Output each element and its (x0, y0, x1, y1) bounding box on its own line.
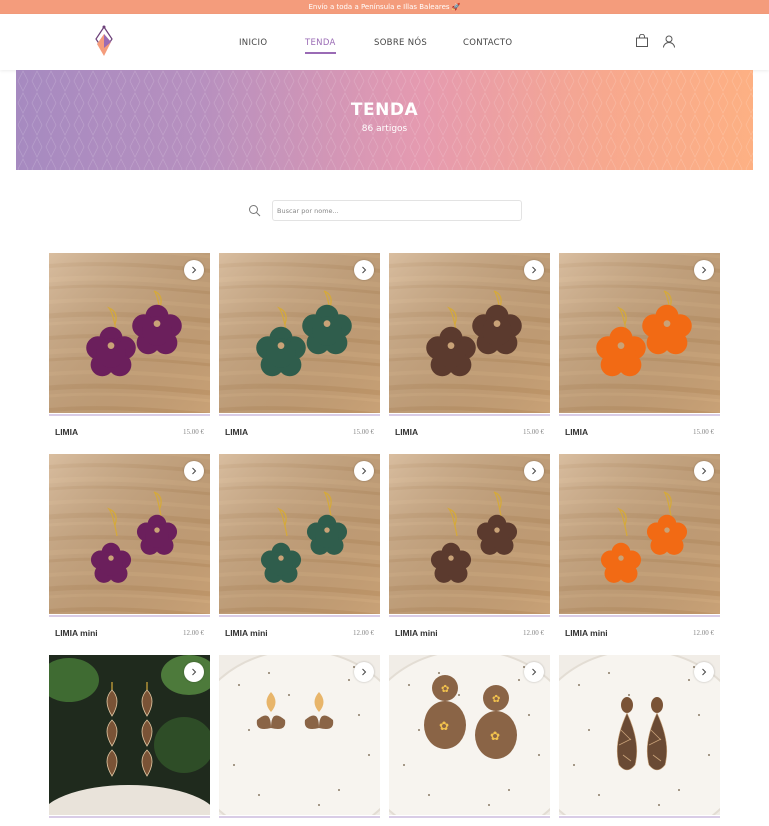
view-product-button[interactable] (354, 662, 374, 682)
product-card[interactable]: LIMIA mini 12.00 € (559, 454, 720, 641)
nav-sobre-nos[interactable]: SOBRE NÓS (374, 38, 427, 48)
item-count: 86 artigos (361, 124, 408, 134)
view-product-button[interactable] (354, 260, 374, 280)
chevron-right-icon (532, 668, 537, 676)
product-price: 15.00 € (693, 428, 714, 436)
product-card[interactable]: LIMIA 15.00 € (49, 253, 210, 440)
search-input[interactable] (272, 200, 522, 221)
product-card[interactable]: LIMIA 15.00 € (389, 253, 550, 440)
chevron-right-icon (362, 668, 367, 676)
chevron-right-icon (702, 668, 707, 676)
card-divider (559, 414, 720, 416)
product-price: 12.00 € (693, 629, 714, 637)
view-product-button[interactable] (354, 461, 374, 481)
card-divider (219, 414, 380, 416)
nav-inicio[interactable]: INICIO (239, 38, 267, 48)
product-name[interactable]: LIMIA (395, 427, 418, 437)
product-name[interactable]: LIMIA (225, 427, 248, 437)
product-name[interactable]: LIMIA mini (55, 628, 98, 638)
user-icon[interactable] (662, 34, 676, 48)
page-banner: TENDA 86 artigos (16, 70, 753, 170)
product-price: 15.00 € (523, 428, 544, 436)
view-product-button[interactable] (694, 662, 714, 682)
product-price: 15.00 € (353, 428, 374, 436)
chevron-right-icon (702, 266, 707, 274)
product-price: 12.00 € (183, 629, 204, 637)
view-product-button[interactable] (524, 662, 544, 682)
product-price: 12.00 € (523, 629, 544, 637)
view-product-button[interactable] (524, 461, 544, 481)
product-name[interactable]: LIMIA mini (395, 628, 438, 638)
product-card[interactable]: LIMIA 15.00 € (559, 253, 720, 440)
view-product-button[interactable] (524, 260, 544, 280)
announcement-bar: Envío a toda a Península e Illas Baleare… (0, 0, 769, 14)
announcement-text: Envío a toda a Península e Illas Baleare… (308, 3, 461, 11)
product-card[interactable]: ✿ ✿ ✿ ✿ (389, 655, 550, 826)
card-divider (49, 414, 210, 416)
card-divider (49, 816, 210, 818)
svg-text:✿: ✿ (490, 729, 500, 743)
product-card[interactable]: LIMIA mini 12.00 € (219, 454, 380, 641)
product-name[interactable]: LIMIA (565, 427, 588, 437)
chevron-right-icon (532, 266, 537, 274)
product-card[interactable]: LIMIA mini 12.00 € (49, 454, 210, 641)
svg-text:✿: ✿ (441, 684, 449, 695)
card-divider (219, 816, 380, 818)
logo[interactable] (92, 24, 116, 60)
chevron-right-icon (192, 668, 197, 676)
card-divider (389, 414, 550, 416)
view-product-button[interactable] (694, 461, 714, 481)
product-card[interactable] (559, 655, 720, 826)
shopping-bag-icon[interactable] (635, 33, 649, 48)
nav-contacto[interactable]: CONTACTO (463, 38, 512, 48)
chevron-right-icon (192, 467, 197, 475)
chevron-right-icon (362, 266, 367, 274)
view-product-button[interactable] (184, 662, 204, 682)
nav-tenda[interactable]: TENDA (305, 38, 336, 54)
view-product-button[interactable] (184, 461, 204, 481)
card-divider (219, 615, 380, 617)
product-name[interactable]: LIMIA mini (225, 628, 268, 638)
product-card[interactable] (219, 655, 380, 826)
view-product-button[interactable] (694, 260, 714, 280)
product-card[interactable]: LIMIA 15.00 € (219, 253, 380, 440)
banner-pattern (16, 70, 753, 170)
product-price: 12.00 € (353, 629, 374, 637)
card-divider (49, 615, 210, 617)
chevron-right-icon (532, 467, 537, 475)
chevron-right-icon (702, 467, 707, 475)
svg-text:✿: ✿ (439, 719, 449, 733)
card-divider (559, 816, 720, 818)
product-card[interactable] (49, 655, 210, 826)
logo-icon (95, 25, 113, 56)
product-name[interactable]: LIMIA (55, 427, 78, 437)
product-card[interactable]: LIMIA mini 12.00 € (389, 454, 550, 641)
product-price: 15.00 € (183, 428, 204, 436)
search-icon (248, 204, 261, 217)
card-divider (389, 816, 550, 818)
chevron-right-icon (192, 266, 197, 274)
card-divider (559, 615, 720, 617)
svg-text:✿: ✿ (492, 694, 500, 705)
page-title: TENDA (350, 100, 419, 120)
product-name[interactable]: LIMIA mini (565, 628, 608, 638)
chevron-right-icon (362, 467, 367, 475)
view-product-button[interactable] (184, 260, 204, 280)
card-divider (389, 615, 550, 617)
site-header: INICIO TENDA SOBRE NÓS CONTACTO (0, 14, 769, 70)
